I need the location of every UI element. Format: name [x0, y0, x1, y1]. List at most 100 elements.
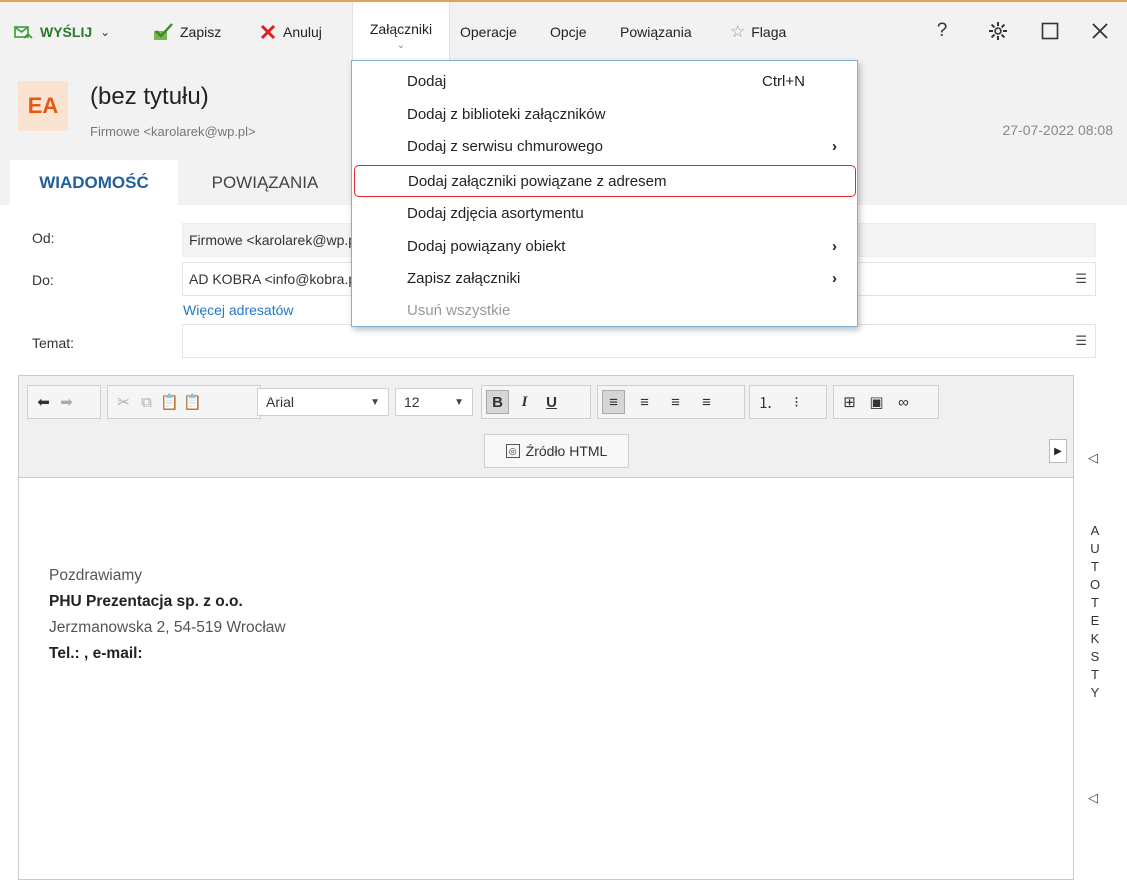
message-body[interactable]: Pozdrawiamy PHU Prezentacja sp. z o.o. J… [49, 563, 286, 667]
autotext-letter: O [1089, 577, 1101, 592]
bullet-list-icon[interactable]: ⁝ [785, 390, 808, 414]
html-source-button[interactable]: ◎ Źródło HTML [484, 434, 629, 468]
align-justify-icon[interactable]: ≡ [695, 390, 718, 414]
close-window-button[interactable] [1086, 17, 1114, 45]
tab-relations[interactable]: POWIĄZANIA [180, 160, 350, 205]
menu-item-label: Dodaj z serwisu chmurowego [407, 137, 603, 155]
operations-menu[interactable]: Operacje [460, 21, 517, 43]
font-size-select[interactable]: 12 ▼ [395, 388, 473, 416]
text-style-group: B I U [481, 385, 591, 419]
italic-button[interactable]: I [513, 390, 536, 414]
bold-button[interactable]: B [486, 390, 509, 414]
editor-toolbar: ⬅ ➡ ✂ ⧉ 📋 📋 Arial ▼ 12 ▼ B I U ≡ ≡ ≡ ≡ ⒈… [19, 376, 1073, 478]
sender-address: Firmowe <karolarek@wp.pl> [90, 124, 256, 139]
settings-button[interactable] [984, 17, 1012, 45]
menu-item-remove-all: Usuń wszystkie [352, 294, 857, 326]
autotext-letter: T [1091, 595, 1099, 610]
signature-contact: Tel.: , e-mail: [49, 645, 143, 662]
send-button[interactable]: WYŚLIJ ⌄ [14, 21, 110, 43]
align-center-icon[interactable]: ≡ [633, 390, 656, 414]
dropdown-arrow-icon: ▼ [454, 396, 464, 408]
alignment-group: ≡ ≡ ≡ ≡ [597, 385, 745, 419]
menu-item-label: Dodaj powiązany obiekt [407, 237, 566, 255]
font-family-value: Arial [266, 394, 295, 410]
help-button[interactable]: ? [928, 17, 956, 45]
list-group: ⒈ ⁝ [749, 385, 827, 419]
toolbar-expand-button[interactable]: ▶ [1049, 439, 1067, 463]
options-menu[interactable]: Opcje [550, 21, 587, 43]
autotext-letter: E [1090, 613, 1100, 628]
link-icon[interactable]: ∞ [892, 390, 915, 414]
chevron-down-icon[interactable]: ⌄ [100, 25, 110, 39]
redo-icon[interactable]: ➡ [55, 390, 78, 414]
maximize-button[interactable] [1036, 17, 1064, 45]
close-window-icon [1092, 23, 1108, 39]
menu-item-label: Dodaj zdjęcia asortymentu [407, 204, 584, 222]
subject-field[interactable]: ☰ [182, 324, 1096, 358]
attachments-menu[interactable]: Załączniki ⌄ [352, 2, 450, 60]
menu-item-add-address-attachments[interactable]: Dodaj załączniki powiązane z adresem [354, 165, 856, 197]
image-icon[interactable]: ▣ [865, 390, 888, 414]
menu-item-add-from-library[interactable]: Dodaj z biblioteki załączników [352, 98, 857, 130]
menu-item-add-related-object[interactable]: Dodaj powiązany obiekt › [352, 230, 857, 262]
font-size-value: 12 [404, 394, 420, 410]
menu-item-label: Zapisz załączniki [407, 269, 521, 287]
autotext-panel-toggle[interactable]: A U T O T E K S T Y [1088, 522, 1102, 702]
cancel-button[interactable]: Anuluj [259, 21, 322, 43]
save-label: Zapisz [180, 24, 222, 40]
operations-label: Operacje [460, 24, 517, 40]
table-icon[interactable]: ⊞ [838, 390, 861, 414]
html-source-icon: ◎ [505, 444, 520, 458]
attachments-dropdown-menu: Dodaj Ctrl+N Dodaj z biblioteki załączni… [351, 60, 858, 327]
cut-icon[interactable]: ✂ [112, 390, 135, 414]
to-label: Do: [32, 272, 54, 288]
menu-item-shortcut: Ctrl+N [762, 72, 805, 90]
collapse-arrow-icon[interactable]: ◁ [1088, 450, 1098, 466]
relations-menu[interactable]: Powiązania [620, 21, 692, 43]
menu-item-add[interactable]: Dodaj Ctrl+N [352, 65, 857, 97]
autotext-letter: U [1090, 541, 1100, 556]
avatar: EA [18, 81, 68, 131]
autotext-letter: T [1091, 559, 1099, 574]
close-icon [260, 24, 276, 40]
flag-button[interactable]: ☆ Flaga [730, 21, 786, 43]
align-right-icon[interactable]: ≡ [664, 390, 687, 414]
paste-icon[interactable]: 📋 [158, 390, 181, 414]
insert-group: ⊞ ▣ ∞ [833, 385, 939, 419]
gear-icon [989, 22, 1007, 40]
menu-item-add-product-photos[interactable]: Dodaj zdjęcia asortymentu [352, 197, 857, 229]
copy-icon[interactable]: ⧉ [135, 390, 158, 414]
numbered-list-icon[interactable]: ⒈ [754, 390, 777, 414]
hamburger-menu-icon[interactable]: ☰ [1075, 271, 1087, 287]
flag-label: Flaga [751, 24, 787, 40]
menu-item-label: Dodaj [407, 72, 447, 90]
submenu-arrow-icon: › [832, 269, 837, 287]
submenu-arrow-icon: › [832, 237, 837, 255]
signature-address: Jerzmanowska 2, 54-519 Wrocław [49, 619, 286, 636]
menu-item-add-from-cloud[interactable]: Dodaj z serwisu chmurowego › [352, 130, 857, 162]
underline-button[interactable]: U [540, 390, 563, 414]
autotext-letter: T [1091, 667, 1099, 682]
font-family-select[interactable]: Arial ▼ [257, 388, 389, 416]
cancel-label: Anuluj [283, 24, 322, 40]
to-field-value: AD KOBRA <info@kobra.pl> [189, 271, 368, 287]
clipboard-group: ✂ ⧉ 📋 📋 [107, 385, 261, 419]
paste-text-icon[interactable]: 📋 [181, 390, 204, 414]
align-left-icon[interactable]: ≡ [602, 390, 625, 414]
menu-item-save-attachments[interactable]: Zapisz załączniki › [352, 262, 857, 294]
menu-item-label: Usuń wszystkie [407, 301, 511, 319]
undo-icon[interactable]: ⬅ [32, 390, 55, 414]
message-subject-title: (bez tytułu) [90, 83, 209, 110]
tab-message[interactable]: WIADOMOŚĆ [10, 160, 178, 205]
more-recipients-link[interactable]: Więcej adresatów [183, 302, 294, 318]
collapse-arrow-icon[interactable]: ◁ [1088, 790, 1098, 806]
dropdown-arrow-icon: ▼ [370, 396, 380, 408]
hamburger-menu-icon[interactable]: ☰ [1075, 333, 1087, 349]
options-label: Opcje [550, 24, 587, 40]
autotext-letter: K [1090, 631, 1100, 646]
save-button[interactable]: Zapisz [152, 21, 221, 43]
from-field-value: Firmowe <karolarek@wp.pl> [189, 232, 368, 248]
message-date: 27-07-2022 08:08 [1002, 122, 1113, 138]
autotext-letter: S [1090, 649, 1100, 664]
play-arrow-icon: ▶ [1054, 445, 1062, 457]
